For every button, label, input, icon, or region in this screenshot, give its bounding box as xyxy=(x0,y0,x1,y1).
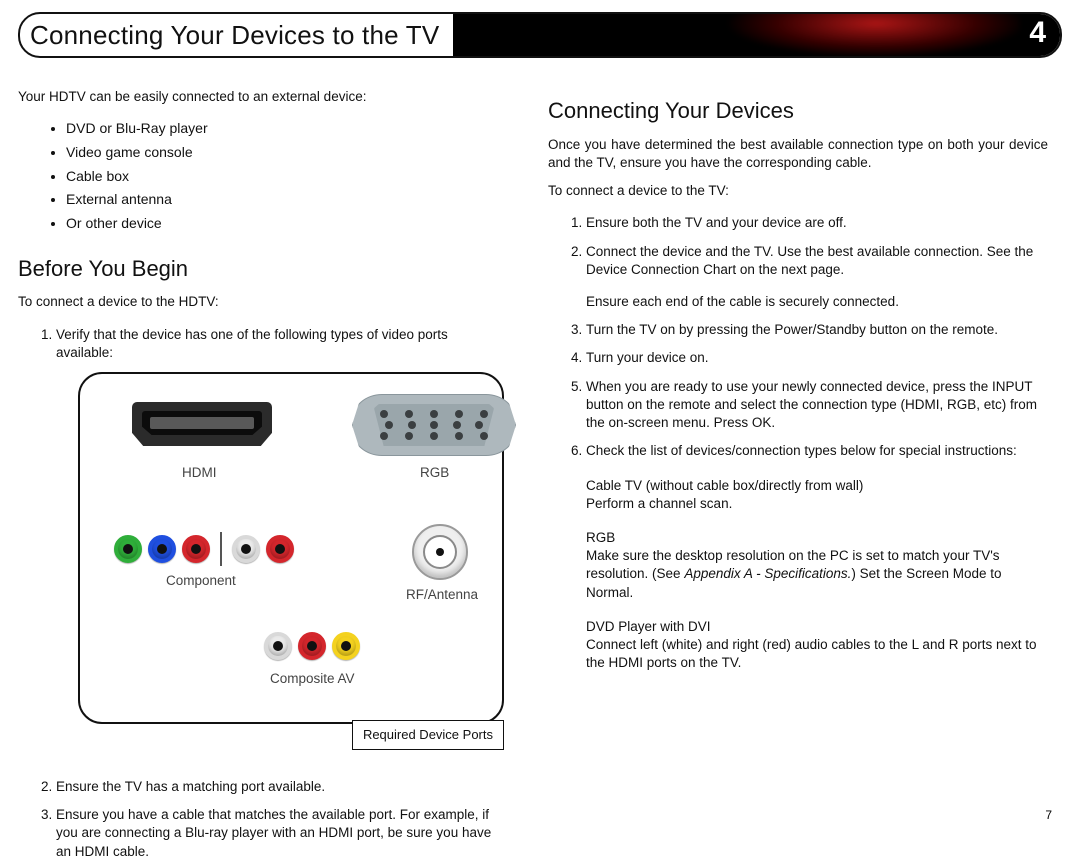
composite-label: Composite AV xyxy=(270,670,355,688)
list-item: Cable box xyxy=(66,164,508,188)
list-item: Or other device xyxy=(66,212,508,236)
special-rgb: RGB Make sure the desktop resolution on … xyxy=(586,529,1048,602)
hdmi-port-icon xyxy=(132,402,272,454)
chapter-art: 4 xyxy=(453,14,1060,56)
left-column: Your HDTV can be easily connected to an … xyxy=(18,88,508,867)
block-title: RGB xyxy=(586,529,1048,547)
right-subtext: To connect a device to the TV: xyxy=(548,182,1048,200)
connect-steps: Ensure both the TV and your device are o… xyxy=(548,210,1048,694)
page-number: 7 xyxy=(1045,808,1052,822)
component-label: Component xyxy=(166,572,236,590)
component-port-icon xyxy=(114,532,294,566)
list-item: Ensure the TV has a matching port availa… xyxy=(56,774,508,802)
chapter-number: 4 xyxy=(1029,16,1046,50)
list-item: Ensure both the TV and your device are o… xyxy=(586,210,1048,238)
intro-text: Your HDTV can be easily connected to an … xyxy=(18,88,508,106)
chapter-header: Connecting Your Devices to the TV 4 xyxy=(18,12,1062,58)
text-emphasis: Appendix A - Specifications. xyxy=(684,566,851,581)
before-subtext: To connect a device to the HDTV: xyxy=(18,293,508,311)
device-list: DVD or Blu-Ray player Video game console… xyxy=(18,116,508,235)
right-intro: Once you have determined the best availa… xyxy=(548,136,1048,172)
rgb-label: RGB xyxy=(420,464,449,482)
block-title: DVD Player with DVI xyxy=(586,618,1048,636)
list-item: Ensure you have a cable that matches the… xyxy=(56,802,508,867)
list-item: External antenna xyxy=(66,188,508,212)
hdmi-label: HDMI xyxy=(182,464,217,482)
block-title: Cable TV (without cable box/directly fro… xyxy=(586,477,1048,495)
list-item: Check the list of devices/connection typ… xyxy=(586,438,1048,694)
step-text: Verify that the device has one of the fo… xyxy=(56,327,448,360)
composite-av-port-icon xyxy=(264,632,360,660)
special-dvd-dvi: DVD Player with DVI Connect left (white)… xyxy=(586,618,1048,673)
list-item: Turn the TV on by pressing the Power/Sta… xyxy=(586,317,1048,345)
list-item: Verify that the device has one of the fo… xyxy=(56,322,508,730)
before-steps-cont: Ensure the TV has a matching port availa… xyxy=(18,774,508,867)
list-item: DVD or Blu-Ray player xyxy=(66,116,508,140)
list-item: When you are ready to use your newly con… xyxy=(586,374,1048,439)
section-before-you-begin: Before You Begin xyxy=(18,254,508,284)
chapter-title: Connecting Your Devices to the TV xyxy=(20,14,453,56)
right-column: Connecting Your Devices Once you have de… xyxy=(548,88,1048,867)
rf-label: RF/Antenna xyxy=(406,586,478,604)
before-steps: Verify that the device has one of the fo… xyxy=(18,322,508,730)
step-text: Check the list of devices/connection typ… xyxy=(586,443,1017,458)
section-connecting-devices: Connecting Your Devices xyxy=(548,96,1048,126)
list-item: Video game console xyxy=(66,140,508,164)
ports-diagram: HDMI RGB xyxy=(78,372,504,724)
list-item: Connect the device and the TV. Use the b… xyxy=(586,239,1048,318)
ports-caption: Required Device Ports xyxy=(352,720,504,750)
list-item: Turn your device on. xyxy=(586,345,1048,373)
step-text: Connect the device and the TV. Use the b… xyxy=(586,244,1033,277)
rf-antenna-port-icon xyxy=(412,524,468,580)
special-cable-tv: Cable TV (without cable box/directly fro… xyxy=(586,477,1048,513)
rgb-port-icon xyxy=(352,394,516,456)
step-note: Ensure each end of the cable is securely… xyxy=(586,293,1048,311)
block-body: Make sure the desktop resolution on the … xyxy=(586,547,1048,602)
block-body: Connect left (white) and right (red) aud… xyxy=(586,636,1048,672)
block-body: Perform a channel scan. xyxy=(586,495,1048,513)
